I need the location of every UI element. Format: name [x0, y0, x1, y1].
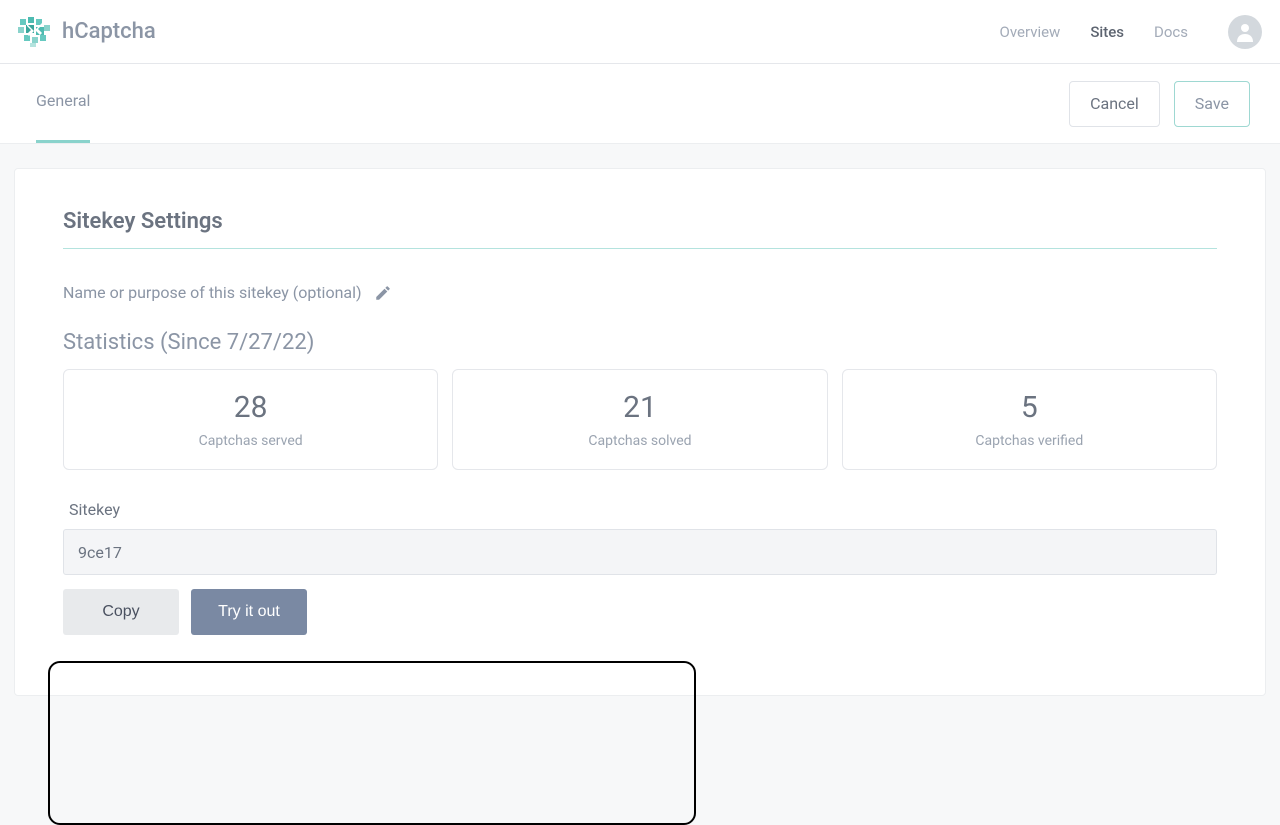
stat-label: Captchas verified [843, 433, 1216, 449]
statistics-row: 28 Captchas served 21 Captchas solved 5 … [63, 369, 1217, 470]
nav-docs[interactable]: Docs [1154, 23, 1188, 41]
statistics-title: Statistics (Since 7/27/22) [63, 330, 1217, 355]
stat-label: Captchas solved [453, 433, 826, 449]
person-icon [1233, 20, 1257, 44]
edit-icon[interactable] [374, 284, 392, 302]
save-button[interactable]: Save [1174, 81, 1250, 127]
top-nav: Overview Sites Docs [1000, 15, 1262, 49]
nav-sites[interactable]: Sites [1090, 23, 1124, 41]
subheader: General Cancel Save [0, 64, 1280, 144]
settings-card: Sitekey Settings Name or purpose of this… [14, 168, 1266, 696]
avatar[interactable] [1228, 15, 1262, 49]
header: hCaptcha Overview Sites Docs [0, 0, 1280, 64]
try-it-out-button[interactable]: Try it out [191, 589, 307, 635]
stat-served: 28 Captchas served [63, 369, 438, 470]
stat-value: 21 [453, 390, 826, 425]
tab-underline [36, 140, 90, 143]
brand-name: hCaptcha [62, 19, 156, 44]
action-buttons: Cancel Save [1069, 81, 1250, 127]
hcaptcha-logo-icon [18, 15, 52, 49]
stat-value: 28 [64, 390, 437, 425]
stat-value: 5 [843, 390, 1216, 425]
sitekey-input[interactable] [63, 529, 1217, 575]
sitekey-name-label: Name or purpose of this sitekey (optiona… [63, 283, 362, 302]
sitekey-buttons: Copy Try it out [63, 589, 1217, 635]
stat-solved: 21 Captchas solved [452, 369, 827, 470]
section-title: Sitekey Settings [63, 209, 1217, 249]
logo[interactable]: hCaptcha [18, 15, 156, 49]
tab-general[interactable]: General [36, 91, 90, 116]
nav-overview[interactable]: Overview [1000, 23, 1061, 41]
sitekey-section: Sitekey Copy Try it out [63, 500, 1217, 635]
cancel-button[interactable]: Cancel [1069, 81, 1160, 127]
copy-button[interactable]: Copy [63, 589, 179, 635]
stat-label: Captchas served [64, 433, 437, 449]
sitekey-name-row[interactable]: Name or purpose of this sitekey (optiona… [63, 283, 1217, 302]
stat-verified: 5 Captchas verified [842, 369, 1217, 470]
sitekey-label: Sitekey [63, 500, 1217, 519]
